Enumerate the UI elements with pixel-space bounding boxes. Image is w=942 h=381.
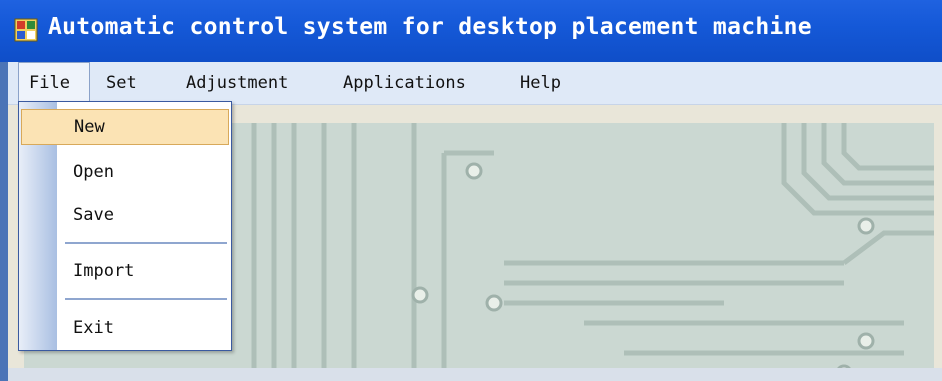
window-title: Automatic control system for desktop pla…	[48, 14, 812, 40]
menu-item-new[interactable]: New	[21, 109, 229, 145]
menu-item-import[interactable]: Import	[21, 253, 229, 289]
menu-applications[interactable]: Applications	[333, 62, 476, 104]
menu-adjustment[interactable]: Adjustment	[176, 62, 298, 104]
menu-separator	[65, 298, 227, 301]
menu-item-save[interactable]: Save	[21, 197, 229, 233]
menu-separator	[65, 242, 227, 245]
menu-set[interactable]: Set	[96, 62, 147, 104]
window-left-border	[0, 62, 8, 381]
app-window-icon[interactable]	[14, 18, 38, 42]
file-menu-dropdown: New Open Save Import Exit	[18, 101, 232, 351]
menu-bar: File Set Adjustment Applications Help	[8, 62, 942, 105]
menu-item-open[interactable]: Open	[21, 154, 229, 190]
status-strip	[8, 368, 942, 381]
title-bar[interactable]: Automatic control system for desktop pla…	[0, 0, 942, 62]
menu-file[interactable]: File	[18, 62, 90, 104]
menu-item-exit[interactable]: Exit	[21, 310, 229, 346]
menu-help[interactable]: Help	[510, 62, 571, 104]
